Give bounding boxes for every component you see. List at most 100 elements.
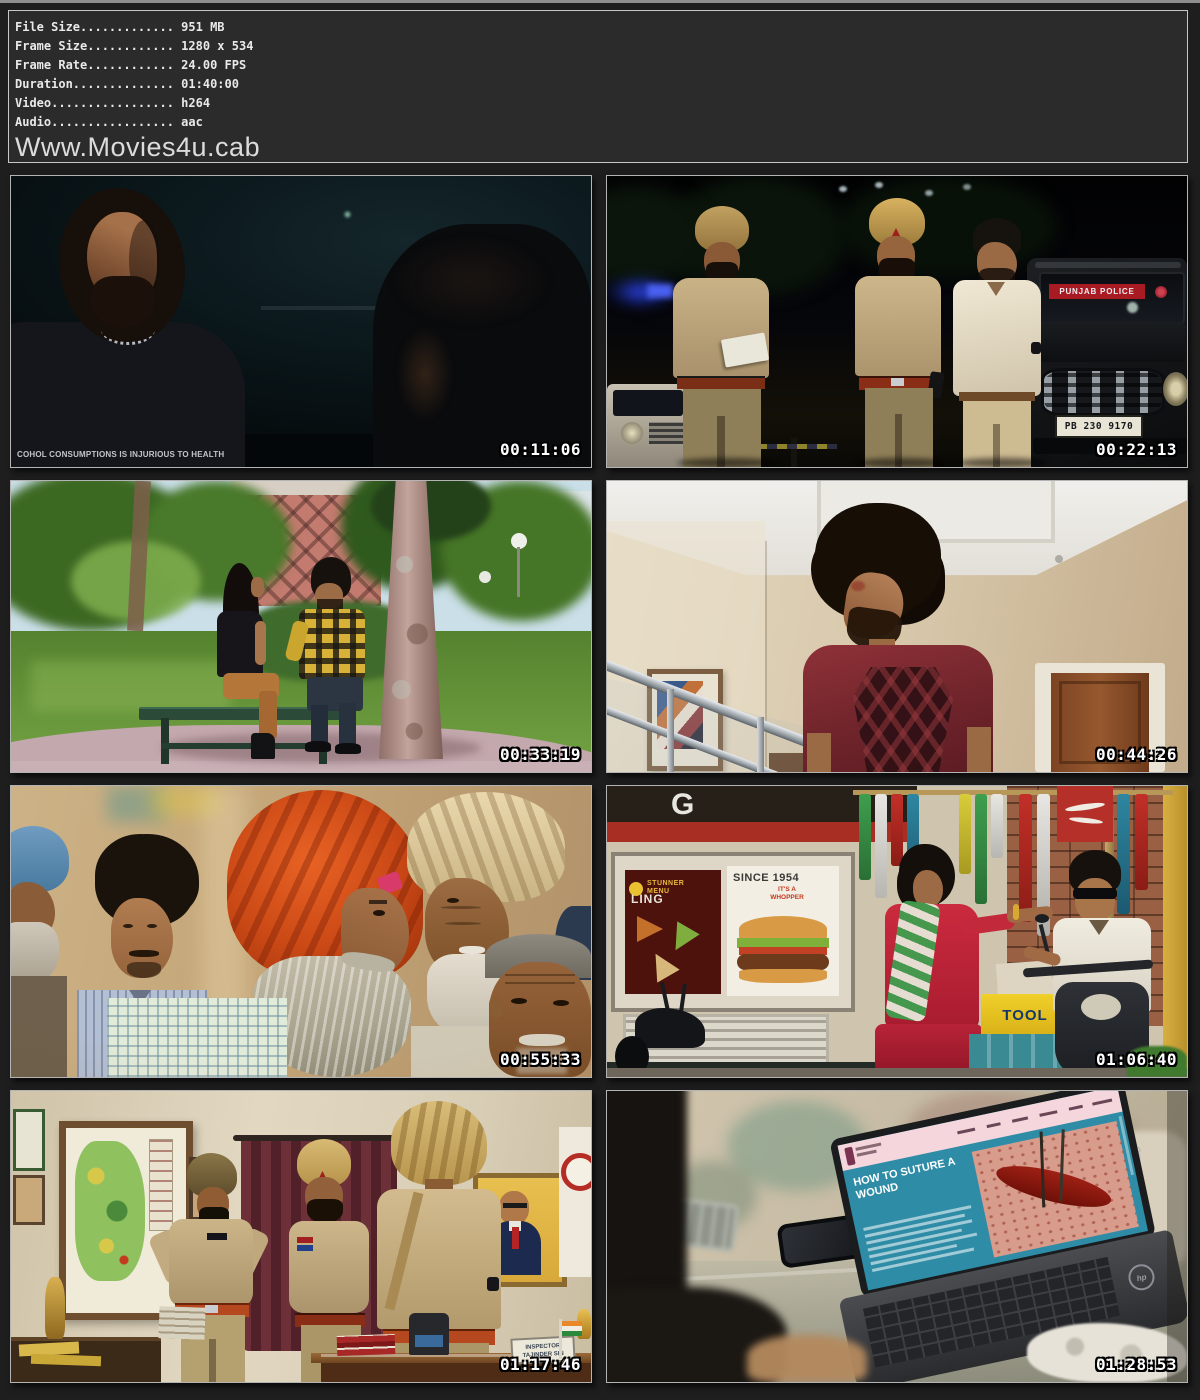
info-video: Video................. h264 [15, 94, 1177, 113]
officer2-beard [307, 1199, 343, 1223]
officer2-buckle [891, 378, 904, 386]
ambedkar-tie [512, 1227, 519, 1249]
lamp-pole [517, 547, 520, 597]
bench-crossbar [161, 743, 327, 749]
officer2-shirt [289, 1221, 369, 1313]
stair-rail-post [757, 717, 764, 772]
woman-leg [259, 691, 277, 739]
bar-scene: COHOL CONSUMPTIONS IS INJURIOUS TO HEALT… [11, 176, 591, 467]
whopper-line1: IT'S A [757, 886, 817, 894]
suv-headlight [1163, 372, 1187, 406]
stair-rail-post [667, 689, 674, 772]
info-audio: Audio................. aac [15, 113, 1177, 132]
necklace [101, 314, 155, 345]
emblem-poster [559, 1127, 591, 1277]
screenshot-laptop-scene: HOW TO SUTURE A WOUND [606, 1090, 1188, 1383]
timestamp: 00:44:26 [1096, 745, 1177, 764]
police-night-scene: PUNJAB POLICE PB 230 9170 [607, 176, 1187, 467]
officer3-turban [391, 1101, 487, 1185]
street-light [963, 184, 971, 190]
map-legend [149, 1139, 173, 1231]
screenshot-police-office-scene: INSPECTOR TAJINDER SIN 01:17:46 [10, 1090, 592, 1383]
officer1-buckle [205, 1305, 218, 1313]
ground-shadow [957, 458, 1047, 467]
man-arm [807, 733, 831, 772]
screenshot-street-market-scene: G STUNNER MENU LING SINCE 1954 IT'S A WH… [606, 785, 1188, 1078]
timestamp: 01:28:53 [1096, 1355, 1177, 1374]
ceiling-downlight [1055, 555, 1063, 563]
ground-shadow [677, 458, 777, 467]
timestamp: 00:11:06 [500, 440, 581, 459]
screenshot-police-night-scene: PUNJAB POLICE PB 230 9170 [606, 175, 1188, 468]
barrier-tape [757, 444, 837, 449]
site-watermark: Www.Movies4u.cab [15, 132, 1177, 162]
desk-press-machine [409, 1313, 449, 1355]
sachet-strip [1019, 794, 1032, 922]
red-books [337, 1334, 396, 1356]
officer2-ribbon [297, 1245, 313, 1251]
police-emblem-ring [561, 1153, 591, 1191]
windshield-reflection [1127, 302, 1138, 313]
sunglasses [1073, 888, 1117, 899]
sachet-strip [891, 794, 903, 866]
woman-boot [251, 733, 275, 759]
page-top-strip [0, 0, 1200, 3]
edge-shadow [1167, 1091, 1187, 1382]
info-frame-size: Frame Size............ 1280 x 534 [15, 37, 1177, 56]
village-map-land [75, 1141, 145, 1281]
ground-strip [607, 1068, 1187, 1077]
timestamp: 01:06:40 [1096, 1050, 1177, 1069]
whopper-line2: WHOPPER [757, 894, 817, 902]
woman-arm [255, 621, 266, 665]
street-market-scene: G STUNNER MENU LING SINCE 1954 IT'S A WH… [607, 786, 1187, 1077]
ground-shadow [857, 458, 947, 467]
officer1-belt [677, 376, 765, 389]
timestamp: 00:22:13 [1096, 440, 1177, 459]
timestamp: 00:33:19 [500, 745, 581, 764]
screenshot-grid: COHOL CONSUMPTIONS IS INJURIOUS TO HEALT… [10, 175, 1188, 1383]
map-patches [75, 1141, 145, 1281]
face-bruise [851, 581, 865, 591]
man-leg [339, 703, 356, 745]
man-arm [967, 727, 991, 772]
legend-rows [150, 1140, 172, 1230]
media-info-panel: File Size............. 951 MB Frame Size… [8, 10, 1188, 163]
grilling-sign-since: SINCE 1954 [733, 872, 799, 884]
person-hand [747, 1335, 867, 1382]
file-stack [158, 1306, 205, 1340]
tshirt-graphic [853, 667, 953, 772]
punjab-police-banner: PUNJAB POLICE [1049, 284, 1145, 299]
cola-crate [1057, 786, 1113, 842]
police-office-scene: INSPECTOR TAJINDER SIN [11, 1091, 591, 1382]
man-plaid-shirt [299, 609, 365, 679]
info-file-size: File Size............. 951 MB [15, 18, 1177, 37]
burger-bun-bottom [739, 969, 827, 983]
laptop-scene: HOW TO SUTURE A WOUND [607, 1091, 1187, 1382]
ambedkar-face [499, 1191, 529, 1225]
health-warning-text: COHOL CONSUMPTIONS IS INJURIOUS TO HEALT… [17, 450, 224, 459]
crowd-scene [11, 786, 591, 1077]
turban-folds [391, 1101, 487, 1185]
cola-script-swash [1065, 801, 1105, 813]
civilian-shirt [953, 280, 1041, 396]
grilling-sign-ling: LING [631, 892, 664, 906]
sachet-strip [1117, 794, 1130, 914]
officer3-watch [487, 1277, 499, 1291]
street-light [875, 182, 883, 188]
burger-patty [737, 954, 829, 970]
scooter-man-face [1075, 878, 1115, 922]
plaid-pattern [299, 609, 365, 679]
lawn-light-patch [31, 661, 231, 711]
grille-bands [1044, 371, 1162, 413]
wound-image [972, 1121, 1139, 1257]
screenshot-park-bench-scene: 00:33:19 [10, 480, 592, 773]
barrier-tape-pole [791, 438, 797, 467]
silhouette-hair-sheen [391, 236, 551, 326]
brass-trophy [45, 1277, 65, 1339]
certificate-frame [13, 1109, 45, 1171]
storefront-letter: G [671, 788, 694, 822]
suv-grille [1041, 368, 1165, 416]
sachet-strip [959, 794, 971, 874]
india-flag [562, 1321, 582, 1336]
street-light [925, 190, 933, 196]
